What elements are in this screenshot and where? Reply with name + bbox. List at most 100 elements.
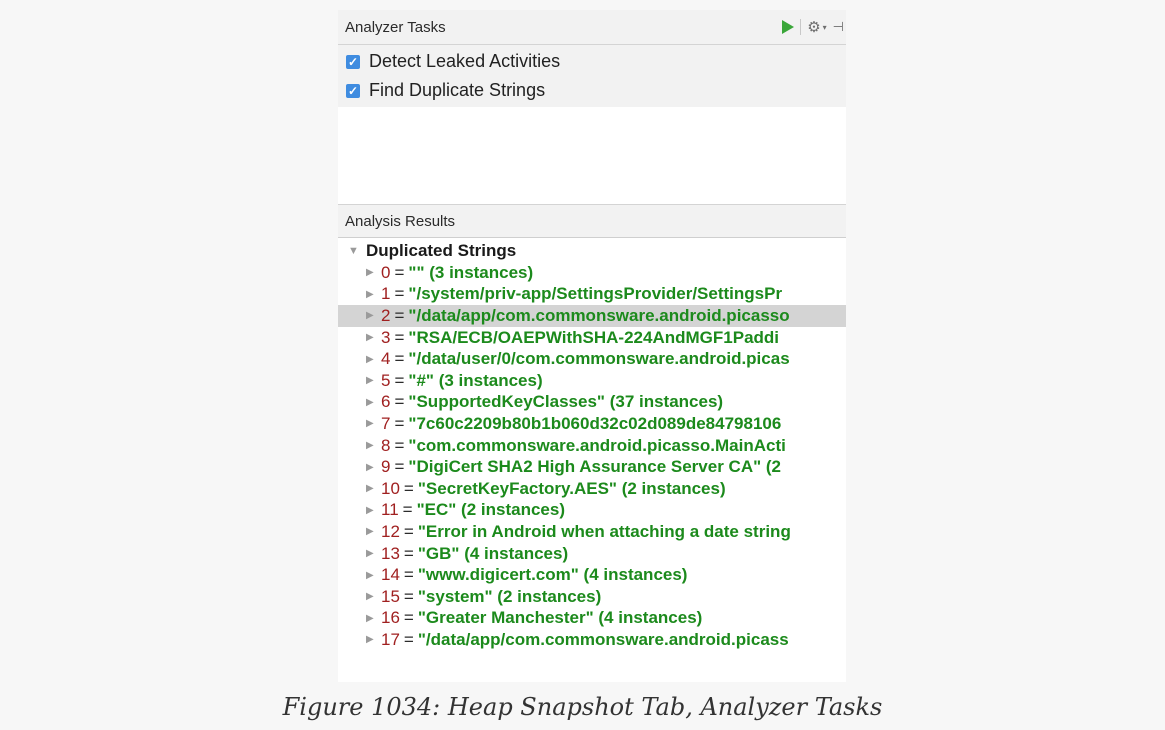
results-tree: ▼ Duplicated Strings ▶ 0 = "" (3 instances)… (338, 238, 846, 651)
pin-icon[interactable]: ⊣ (833, 19, 844, 35)
figure-caption: Figure 1034: Heap Snapshot Tab, Analyzer… (282, 693, 883, 721)
tree-row[interactable]: ▶ 9 = "DigiCert SHA2 High Assurance Server … (338, 456, 846, 478)
equals-sign: = (403, 608, 414, 628)
task-label: Find Duplicate Strings (369, 80, 546, 100)
equals-sign: = (394, 349, 405, 369)
collapsed-triangle-icon[interactable]: ▶ (366, 613, 381, 624)
row-value: "EC" (2 instances) (416, 500, 565, 520)
tree-row[interactable]: ▶ 0 = "" (3 instances) (338, 262, 846, 284)
row-index: 8 (381, 435, 391, 455)
collapsed-triangle-icon[interactable]: ▶ (366, 397, 381, 408)
row-index: 10 (381, 478, 400, 498)
row-value: "/data/app/com.commonsware.android.picas… (408, 305, 790, 325)
collapsed-triangle-icon[interactable]: ▶ (366, 462, 381, 473)
collapsed-triangle-icon[interactable]: ▶ (366, 332, 381, 343)
row-value: "GB" (4 instances) (417, 543, 569, 563)
collapsed-triangle-icon[interactable]: ▶ (366, 548, 381, 559)
task-detect-leaked-activities[interactable]: ✓ Detect Leaked Activities (338, 47, 846, 76)
collapsed-triangle-icon[interactable]: ▶ (366, 526, 381, 537)
expand-triangle-icon[interactable]: ▼ (348, 245, 366, 257)
collapsed-triangle-icon[interactable]: ▶ (366, 289, 381, 300)
row-value: "/data/app/com.commonsware.android.picas… (417, 629, 789, 649)
equals-sign: = (394, 305, 405, 325)
analysis-results-header: Analysis Results (338, 205, 846, 238)
tree-row[interactable]: ▶ 8 = "com.commonsware.android.picasso.Main… (338, 435, 846, 457)
analyzer-tasks-title: Analyzer Tasks (345, 18, 446, 36)
analysis-results-title: Analysis Results (345, 212, 456, 230)
row-value: "/data/user/0/com.commonsware.android.pi… (408, 349, 790, 369)
tree-row[interactable]: ▶ 15 = "system" (2 instances) (338, 586, 846, 608)
run-icon[interactable] (782, 20, 795, 34)
row-index: 9 (381, 457, 391, 477)
equals-sign: = (394, 284, 405, 304)
tree-row[interactable]: ▶ 11 = "EC" (2 instances) (338, 500, 846, 522)
collapsed-triangle-icon[interactable]: ▶ (366, 483, 381, 494)
task-label: Detect Leaked Activities (369, 51, 561, 71)
row-index: 3 (381, 327, 391, 347)
row-index: 6 (381, 392, 391, 412)
row-index: 7 (381, 413, 391, 433)
collapsed-triangle-icon[interactable]: ▶ (366, 310, 381, 321)
row-value: "Error in Android when attaching a date … (417, 521, 791, 541)
gear-icon[interactable]: ⚙ (807, 20, 820, 35)
row-index: 4 (381, 349, 391, 369)
tasks-empty-area (338, 107, 846, 205)
tree-row[interactable]: ▶ 16 = "Greater Manchester" (4 instances) (338, 608, 846, 630)
row-value: "system" (2 instances) (417, 586, 602, 606)
equals-sign: = (403, 543, 414, 563)
tree-row[interactable]: ▶ 2 = "/data/app/com.commonsware.android.pi… (338, 305, 846, 327)
tree-row[interactable]: ▶ 1 = "/system/priv-app/SettingsProvider/Se… (338, 284, 846, 306)
row-index: 16 (381, 608, 400, 628)
equals-sign: = (394, 370, 405, 390)
analyzer-panel: Analyzer Tasks ⚙ ▾ ⊣ ✓ Detect Leaked Act… (338, 10, 846, 682)
tree-row[interactable]: ▶ 14 = "www.digicert.com" (4 instances) (338, 564, 846, 586)
task-find-duplicate-strings[interactable]: ✓ Find Duplicate Strings (338, 76, 846, 105)
collapsed-triangle-icon[interactable]: ▶ (366, 418, 381, 429)
tree-row[interactable]: ▶ 10 = "SecretKeyFactory.AES" (2 instances) (338, 478, 846, 500)
collapsed-triangle-icon[interactable]: ▶ (366, 505, 381, 516)
tree-row[interactable]: ▶ 3 = "RSA/ECB/OAEPWithSHA-224AndMGF1Paddi (338, 327, 846, 349)
equals-sign: = (403, 565, 414, 585)
collapsed-triangle-icon[interactable]: ▶ (366, 267, 381, 278)
tree-group-duplicated-strings[interactable]: ▼ Duplicated Strings (338, 240, 846, 262)
equals-sign: = (394, 457, 405, 477)
checkbox-icon[interactable]: ✓ (346, 54, 360, 69)
equals-sign: = (394, 392, 405, 412)
equals-sign: = (394, 413, 405, 433)
row-index: 5 (381, 370, 391, 390)
tasks-toolbar: ⚙ ▾ ⊣ (782, 10, 846, 44)
tree-row[interactable]: ▶ 4 = "/data/user/0/com.commonsware.android… (338, 348, 846, 370)
analyzer-tasks-list: ✓ Detect Leaked Activities ✓ Find Duplic… (338, 45, 846, 107)
equals-sign: = (403, 521, 414, 541)
row-index: 13 (381, 543, 400, 563)
tree-row[interactable]: ▶ 13 = "GB" (4 instances) (338, 543, 846, 565)
collapsed-triangle-icon[interactable]: ▶ (366, 634, 381, 645)
row-index: 0 (381, 262, 391, 282)
row-value: "" (3 instances) (408, 262, 534, 282)
tree-row[interactable]: ▶ 17 = "/data/app/com.commonsware.android.p… (338, 629, 846, 651)
row-value: "#" (3 instances) (408, 370, 543, 390)
chevron-down-icon[interactable]: ▾ (823, 23, 827, 32)
checkbox-icon[interactable]: ✓ (346, 83, 360, 98)
row-value: "/system/priv-app/SettingsProvider/Setti… (408, 284, 783, 304)
equals-sign: = (402, 500, 413, 520)
row-value: "SupportedKeyClasses" (37 instances) (408, 392, 724, 412)
row-index: 11 (381, 500, 399, 520)
row-index: 14 (381, 565, 400, 585)
collapsed-triangle-icon[interactable]: ▶ (366, 570, 381, 581)
equals-sign: = (394, 262, 405, 282)
collapsed-triangle-icon[interactable]: ▶ (366, 591, 381, 602)
tree-rows: ▶ 0 = "" (3 instances) ▶ 1 = "/system/priv-app/… (338, 262, 846, 651)
row-index: 15 (381, 586, 400, 606)
tree-row[interactable]: ▶ 6 = "SupportedKeyClasses" (37 instances) (338, 392, 846, 414)
tree-row[interactable]: ▶ 7 = "7c60c2209b80b1b060d32c02d089de847981… (338, 413, 846, 435)
row-index: 17 (381, 629, 400, 649)
equals-sign: = (403, 586, 414, 606)
tree-row[interactable]: ▶ 12 = "Error in Android when attaching a d… (338, 521, 846, 543)
collapsed-triangle-icon[interactable]: ▶ (366, 375, 381, 386)
tree-row[interactable]: ▶ 5 = "#" (3 instances) (338, 370, 846, 392)
collapsed-triangle-icon[interactable]: ▶ (366, 354, 381, 365)
collapsed-triangle-icon[interactable]: ▶ (366, 440, 381, 451)
row-value: "com.commonsware.android.picasso.MainAct… (408, 435, 786, 455)
equals-sign: = (394, 435, 405, 455)
